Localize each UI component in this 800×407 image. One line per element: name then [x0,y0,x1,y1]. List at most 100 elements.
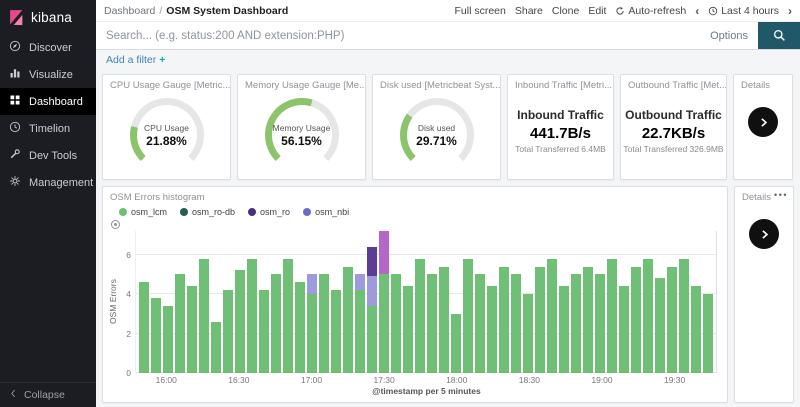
histogram-bar[interactable] [475,231,485,373]
legend-dot [119,208,127,216]
histogram-bar[interactable] [427,231,437,373]
histogram-bar[interactable] [331,231,341,373]
panel-title: Outbound Traffic [Met... [621,75,726,91]
histogram-bar[interactable] [139,231,149,373]
legend-item[interactable]: osm_ro [248,207,290,217]
sidebar-item-discover[interactable]: Discover [0,34,96,61]
chevron-right-icon [757,116,770,129]
histogram-bar[interactable] [487,231,497,373]
histogram-bar[interactable] [595,231,605,373]
histogram-bar[interactable] [679,231,689,373]
clone-button[interactable]: Clone [552,5,579,17]
sidebar-collapse-button[interactable]: Collapse [0,382,96,407]
histogram-bar[interactable] [223,231,233,373]
search-input[interactable] [96,22,700,49]
histogram-bar[interactable] [295,231,305,373]
histogram-bar[interactable] [415,231,425,373]
histogram-bar[interactable] [211,231,221,373]
histogram-bar[interactable] [283,231,293,373]
histogram-bar[interactable] [571,231,581,373]
legend-item[interactable]: osm_lcm [119,207,167,217]
legend-dot [248,208,256,216]
histogram-bar[interactable] [163,231,173,373]
sidebar-nav: Discover Visualize Dashboard Timelion De… [0,34,96,196]
details-expand-button[interactable] [748,107,778,137]
auto-refresh-button[interactable]: Auto-refresh [615,5,686,17]
histogram-bar[interactable] [523,231,533,373]
histogram-bar[interactable] [235,231,245,373]
histogram-bar[interactable] [499,231,509,373]
sidebar-item-visualize[interactable]: Visualize [0,61,96,88]
time-range-picker[interactable]: Last 4 hours [708,5,779,17]
histogram-bar[interactable] [247,231,257,373]
histogram-bar[interactable] [187,231,197,373]
histogram-bar[interactable] [619,231,629,373]
panel-outbound-traffic: Outbound Traffic [Met... Outbound Traffi… [620,74,727,180]
histogram-bar[interactable] [259,231,269,373]
histogram-bar[interactable] [319,231,329,373]
add-filter-link[interactable]: Add a filter [106,54,156,66]
histogram-bar[interactable] [379,231,389,373]
outbound-total: Total Transferred 326.9MB [623,144,723,154]
legend-item[interactable]: osm_nbi [303,207,349,217]
clock-icon [708,6,718,16]
histogram-bar[interactable] [511,231,521,373]
search-options-link[interactable]: Options [700,30,758,42]
histogram-bar[interactable] [307,231,317,373]
main-area: Dashboard / OSM System Dashboard Full sc… [96,0,800,407]
sidebar-item-timelion[interactable]: Timelion [0,115,96,142]
add-filter-plus-icon[interactable]: + [159,54,165,66]
histogram-bar[interactable] [151,231,161,373]
panel-title: Disk used [Metricbeat Syst... [373,75,500,91]
x-axis-title: @timestamp per 5 minutes [136,386,717,398]
reset-zoom-icon[interactable] [111,220,120,229]
histogram-bar[interactable] [535,231,545,373]
sidebar-item-label: Visualize [29,69,73,81]
time-back-chevron[interactable]: ‹ [695,5,699,17]
kibana-logo[interactable]: kibana [0,0,96,34]
cpu-gauge-label: CPU Usage [144,123,189,133]
panel-menu-icon[interactable]: ••• [774,190,788,200]
panel-title: CPU Usage Gauge [Metric... [103,75,230,91]
search-submit-button[interactable] [758,22,800,49]
legend-item[interactable]: osm_ro-db [180,207,235,217]
histogram-bar[interactable] [343,231,353,373]
panel-inbound-traffic: Inbound Traffic [Metri... Inbound Traffi… [507,74,614,180]
sidebar-item-management[interactable]: Management [0,169,96,196]
histogram-bar[interactable] [439,231,449,373]
time-forward-chevron[interactable]: › [788,5,792,17]
histogram-bar[interactable] [403,231,413,373]
sidebar-item-devtools[interactable]: Dev Tools [0,142,96,169]
histogram-bar[interactable] [175,231,185,373]
histogram-bar[interactable] [271,231,281,373]
histogram-bar[interactable] [631,231,641,373]
histogram-bar[interactable] [691,231,701,373]
histogram-bar[interactable] [559,231,569,373]
memory-gauge-label: Memory Usage [273,123,331,133]
panel-title: Memory Usage Gauge [Me... [238,75,365,91]
histogram-bar[interactable] [463,231,473,373]
histogram-bar[interactable] [607,231,617,373]
histogram-bar[interactable] [667,231,677,373]
sidebar-item-dashboard[interactable]: Dashboard [0,88,96,115]
histogram-bar[interactable] [199,231,209,373]
histogram-bar[interactable] [583,231,593,373]
histogram-bar[interactable] [391,231,401,373]
kibana-logo-icon [8,9,25,26]
histogram-bar[interactable] [703,231,713,373]
histogram-bar[interactable] [355,231,365,373]
histogram-bar[interactable] [451,231,461,373]
histogram-bar[interactable] [547,231,557,373]
clock-icon [9,121,21,136]
histogram-bar[interactable] [655,231,665,373]
histogram-bar[interactable] [643,231,653,373]
logo-text: kibana [31,10,72,25]
histogram-bar[interactable] [367,231,377,373]
memory-gauge-value: 56.15% [281,134,322,148]
panel-memory-gauge: Memory Usage Gauge [Me... Memory Usage 5… [237,74,366,180]
full-screen-button[interactable]: Full screen [455,5,506,17]
share-button[interactable]: Share [515,5,543,17]
breadcrumb-dashboard[interactable]: Dashboard [104,5,155,17]
details-expand-button[interactable] [749,219,779,249]
edit-button[interactable]: Edit [588,5,606,17]
